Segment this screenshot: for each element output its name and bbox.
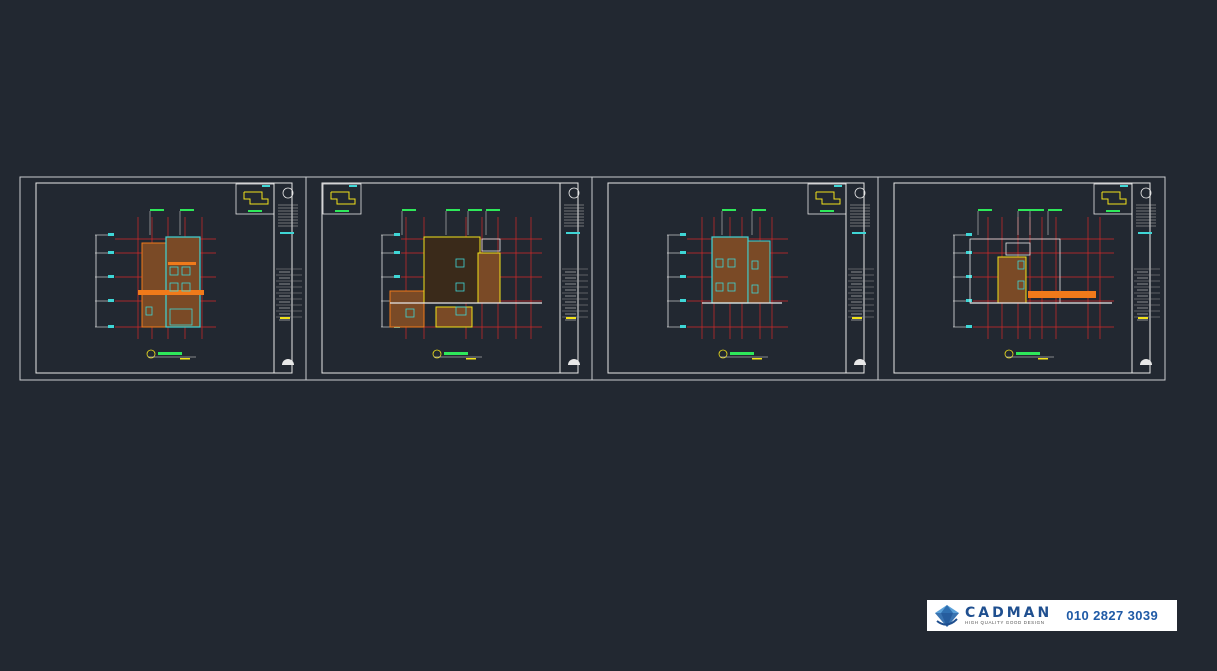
drawing-sheet-3[interactable] <box>591 177 874 380</box>
brand-phone: 010 2827 3039 <box>1066 608 1159 623</box>
title-highlight <box>1138 317 1148 319</box>
brand-tagline: HIGH QUALITY GOOD DESIGN <box>965 619 1045 625</box>
cad-model-space[interactable] <box>0 0 1217 671</box>
balcony-band <box>168 262 196 265</box>
level-tag <box>108 299 114 302</box>
facade-panel <box>435 306 473 328</box>
level-tag <box>108 251 114 254</box>
key-plan-outline <box>1101 191 1127 205</box>
level-tag <box>680 275 686 278</box>
level-tag <box>394 233 400 236</box>
annotation-label <box>1018 209 1032 211</box>
drawing-canvas[interactable] <box>0 0 1217 671</box>
level-tag <box>680 299 686 302</box>
title-stamp <box>1138 232 1152 234</box>
railing <box>481 238 501 252</box>
title-scale <box>180 358 190 360</box>
facade-panel <box>165 236 201 328</box>
drawing-sheet-1[interactable] <box>35 182 302 374</box>
level-tag <box>394 251 400 254</box>
drawing-sheet-4[interactable] <box>877 177 1160 380</box>
annotation-label <box>978 209 992 211</box>
key-plan-tag <box>262 185 270 187</box>
elevation-title <box>158 352 182 355</box>
level-tag <box>394 275 400 278</box>
brand-name: CADMAN <box>965 604 1053 621</box>
level-tag <box>108 275 114 278</box>
elevation-title <box>730 352 754 355</box>
facade-panel <box>711 236 749 304</box>
key-plan-label <box>335 210 349 212</box>
key-plan-outline <box>330 191 356 205</box>
annotation-label <box>150 209 164 211</box>
annotation-label <box>1048 209 1062 211</box>
title-scale <box>1038 358 1048 360</box>
facade-panel <box>477 252 501 304</box>
level-tag <box>966 233 972 236</box>
level-tag <box>966 325 972 328</box>
key-plan-tag <box>834 185 842 187</box>
level-tag <box>966 275 972 278</box>
title-highlight <box>566 317 576 319</box>
title-stamp <box>852 232 866 234</box>
elevation-title <box>1016 352 1040 355</box>
annotation-label <box>722 209 736 211</box>
key-plan-tag <box>1120 185 1128 187</box>
annotation-label <box>1030 209 1044 211</box>
annotation-label <box>752 209 766 211</box>
annotation-label <box>180 209 194 211</box>
level-tag <box>108 325 114 328</box>
facade-panel <box>423 236 481 304</box>
annotation-label <box>446 209 460 211</box>
key-plan-outline <box>243 191 269 205</box>
level-tag <box>966 251 972 254</box>
annotation-label <box>486 209 500 211</box>
facade-panel <box>747 240 771 304</box>
cadman-watermark: CADMAN HIGH QUALITY GOOD DESIGN 010 2827… <box>927 600 1177 631</box>
level-tag <box>680 325 686 328</box>
level-tag <box>966 299 972 302</box>
title-stamp <box>566 232 580 234</box>
annotation-label <box>402 209 416 211</box>
facade-panel <box>997 256 1027 304</box>
title-highlight <box>852 317 862 319</box>
title-stamp <box>280 232 294 234</box>
canopy-band <box>1028 291 1096 298</box>
drawing-sheet-2[interactable] <box>305 177 588 380</box>
key-plan-label <box>248 210 262 212</box>
level-tag <box>680 233 686 236</box>
title-highlight <box>280 317 290 319</box>
key-plan-tag <box>349 185 357 187</box>
title-scale <box>466 358 476 360</box>
key-plan-outline <box>815 191 841 205</box>
elevation-title <box>444 352 468 355</box>
key-plan-label <box>820 210 834 212</box>
key-plan-label <box>1106 210 1120 212</box>
level-tag <box>680 251 686 254</box>
title-scale <box>752 358 762 360</box>
annotation-label <box>468 209 482 211</box>
level-tag <box>108 233 114 236</box>
sheets-layer <box>35 177 1160 380</box>
diamond-logo-icon <box>935 604 959 627</box>
